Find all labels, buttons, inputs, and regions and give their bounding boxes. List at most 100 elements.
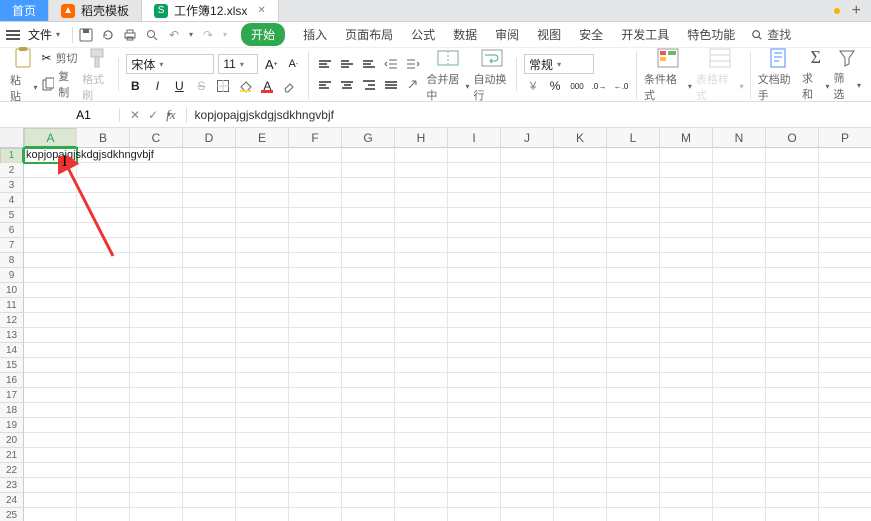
cell[interactable] [395, 463, 448, 478]
cell[interactable] [501, 328, 554, 343]
cell[interactable] [713, 478, 766, 493]
new-tab-button[interactable]: + [852, 2, 861, 20]
cell[interactable] [713, 283, 766, 298]
tab-formula[interactable]: 公式 [411, 26, 435, 43]
tab-workbook[interactable]: S 工作簿12.xlsx ✕ [142, 0, 279, 21]
cell[interactable] [713, 313, 766, 328]
tab-special[interactable]: 特色功能 [687, 26, 735, 43]
cell[interactable] [713, 238, 766, 253]
column-header[interactable]: E [236, 128, 289, 148]
cell[interactable] [713, 193, 766, 208]
cell[interactable] [289, 178, 342, 193]
cell[interactable] [395, 493, 448, 508]
save-icon[interactable] [79, 28, 93, 42]
wrap-text-button[interactable]: 自动换行 [474, 47, 511, 103]
cell[interactable] [501, 208, 554, 223]
column-header[interactable]: D [183, 128, 236, 148]
cell[interactable] [236, 493, 289, 508]
cell[interactable] [501, 463, 554, 478]
cell[interactable] [607, 478, 660, 493]
cell[interactable] [766, 448, 819, 463]
cell[interactable] [501, 163, 554, 178]
cell[interactable] [766, 508, 819, 521]
cell[interactable] [342, 178, 395, 193]
cell[interactable] [501, 283, 554, 298]
cell[interactable] [713, 493, 766, 508]
cell[interactable] [819, 298, 871, 313]
undo-icon[interactable]: ↶ [167, 28, 181, 42]
cell[interactable] [607, 313, 660, 328]
cell[interactable] [448, 253, 501, 268]
cell[interactable] [289, 388, 342, 403]
cell[interactable] [766, 178, 819, 193]
cell[interactable] [24, 163, 77, 178]
cell[interactable] [607, 223, 660, 238]
cell[interactable] [236, 223, 289, 238]
cell[interactable] [395, 388, 448, 403]
print-preview-icon[interactable] [145, 28, 159, 42]
spreadsheet-grid[interactable]: ABCDEFGHIJKLMNOP 12345678910111213141516… [0, 128, 871, 521]
font-name-select[interactable]: 宋体▾ [126, 54, 214, 74]
cell[interactable] [183, 358, 236, 373]
cell[interactable] [183, 328, 236, 343]
cell[interactable] [130, 313, 183, 328]
cell[interactable] [819, 313, 871, 328]
cell[interactable] [501, 193, 554, 208]
cell[interactable] [607, 283, 660, 298]
cell[interactable] [130, 358, 183, 373]
cell[interactable] [395, 238, 448, 253]
column-header[interactable]: B [77, 128, 130, 148]
cell[interactable] [289, 298, 342, 313]
column-header[interactable]: N [713, 128, 766, 148]
cell[interactable] [660, 238, 713, 253]
cell[interactable] [289, 448, 342, 463]
tab-home[interactable]: 首页 [0, 0, 49, 21]
cell[interactable] [130, 178, 183, 193]
row-header[interactable]: 10 [0, 283, 24, 298]
cell[interactable] [24, 178, 77, 193]
cell[interactable] [130, 508, 183, 521]
increase-decimal-button[interactable]: .0→ [590, 77, 608, 95]
cell[interactable] [183, 403, 236, 418]
row-header[interactable]: 20 [0, 433, 24, 448]
cell[interactable] [660, 193, 713, 208]
cell[interactable] [554, 433, 607, 448]
cell[interactable] [395, 478, 448, 493]
row-header[interactable]: 11 [0, 298, 24, 313]
cell[interactable] [342, 418, 395, 433]
cell[interactable] [819, 418, 871, 433]
cell[interactable] [448, 478, 501, 493]
cell[interactable] [766, 343, 819, 358]
row-header[interactable]: 17 [0, 388, 24, 403]
cell[interactable] [819, 328, 871, 343]
cell[interactable] [766, 313, 819, 328]
cut-button[interactable]: ✂剪切 [42, 50, 79, 66]
cell[interactable] [183, 493, 236, 508]
cell[interactable] [448, 328, 501, 343]
cell[interactable] [607, 373, 660, 388]
cell[interactable] [660, 403, 713, 418]
row-header[interactable]: 9 [0, 268, 24, 283]
cell[interactable] [24, 283, 77, 298]
cell[interactable] [395, 448, 448, 463]
cell[interactable] [554, 223, 607, 238]
cell[interactable] [819, 403, 871, 418]
cell[interactable] [130, 193, 183, 208]
cell[interactable] [183, 253, 236, 268]
cell[interactable] [607, 238, 660, 253]
cell[interactable] [24, 463, 77, 478]
justify-button[interactable] [382, 76, 400, 94]
cell[interactable] [766, 283, 819, 298]
cell[interactable] [448, 208, 501, 223]
doc-assist-button[interactable]: 文档助手 [758, 47, 798, 103]
cell[interactable] [289, 148, 342, 163]
cell[interactable] [501, 238, 554, 253]
cell[interactable] [130, 163, 183, 178]
cell[interactable] [183, 388, 236, 403]
row-header[interactable]: 1 [0, 148, 24, 163]
cell[interactable] [395, 373, 448, 388]
cell[interactable] [24, 238, 77, 253]
cell[interactable] [660, 433, 713, 448]
paste-button[interactable]: 粘贴▾ [10, 46, 38, 104]
cell[interactable] [130, 343, 183, 358]
